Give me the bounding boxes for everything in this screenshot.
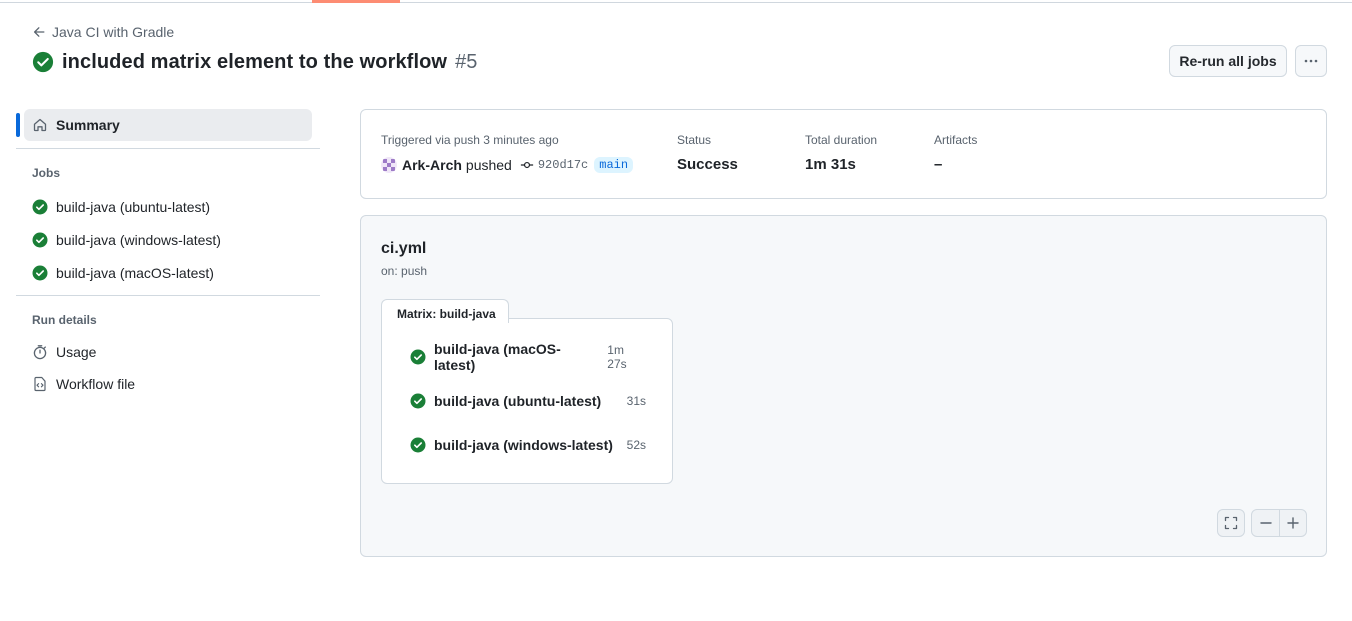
run-title: included matrix element to the workflow xyxy=(62,50,448,73)
identicon-icon xyxy=(383,159,395,171)
check-circle-fill-icon xyxy=(410,349,426,365)
matrix-group: build-java (macOS-latest) 1m 27s build-j… xyxy=(381,318,673,484)
zoom-in-button[interactable] xyxy=(1279,509,1307,537)
fullscreen-button[interactable] xyxy=(1217,509,1245,537)
matrix-label: Matrix: build-java xyxy=(381,299,509,323)
workflow-graph-panel: ci.yml on: push Matrix: build-java build… xyxy=(360,215,1327,557)
git-commit-icon xyxy=(520,161,533,169)
run-summary-card: Triggered via push 3 minutes ago Ark-Arc… xyxy=(360,109,1327,199)
graph-job-macos[interactable]: build-java (macOS-latest) 1m 27s xyxy=(410,341,646,373)
back-link-label: Java CI with Gradle xyxy=(52,24,175,40)
job-name: build-java (windows-latest) xyxy=(434,437,613,453)
trigger-text: Triggered via push 3 minutes ago xyxy=(381,133,559,147)
sidebar-item-usage[interactable]: Usage xyxy=(24,338,312,366)
job-name: build-java (macOS-latest) xyxy=(434,341,561,373)
check-circle-fill-icon xyxy=(32,265,48,281)
sidebar-job-label: build-java (macOS-latest) xyxy=(56,265,214,281)
graph-job-ubuntu[interactable]: build-java (ubuntu-latest) 31s xyxy=(410,389,646,413)
job-name: build-java (ubuntu-latest) xyxy=(434,393,602,409)
sidebar-divider xyxy=(16,295,320,296)
artifacts-value: – xyxy=(934,156,943,173)
stopwatch-icon xyxy=(33,345,47,360)
sidebar-job-windows[interactable]: build-java (windows-latest) xyxy=(24,226,312,254)
job-duration: 1m 27s xyxy=(607,343,627,371)
branch-label[interactable]: main xyxy=(594,157,634,173)
check-circle-fill-icon xyxy=(32,51,54,73)
home-icon xyxy=(33,118,47,132)
back-to-workflow-link[interactable]: Java CI with Gradle xyxy=(32,23,174,41)
sidebar-item-label: Workflow file xyxy=(56,376,136,392)
trigger-details: Ark-Arch pushed 920d17c main xyxy=(381,157,634,173)
sidebar-job-ubuntu[interactable]: build-java (ubuntu-latest) xyxy=(24,193,312,221)
user-link[interactable]: Ark-Arch xyxy=(402,157,462,173)
status-value: Success xyxy=(677,156,738,173)
top-border xyxy=(0,2,1352,3)
commit-sha: 920d17c xyxy=(537,158,589,172)
sidebar-item-label: Summary xyxy=(56,117,120,133)
rerun-all-jobs-button[interactable]: Re-run all jobs xyxy=(1169,45,1287,77)
run-title-row: included matrix element to the workflow … xyxy=(32,50,477,74)
status-label: Status xyxy=(677,133,712,147)
total-duration-value: 1m 31s xyxy=(805,156,856,173)
file-code-icon xyxy=(34,376,46,392)
commit-link[interactable]: 920d17c xyxy=(520,158,588,172)
artifacts-label: Artifacts xyxy=(934,133,978,147)
zoom-out-button[interactable] xyxy=(1251,509,1280,537)
sidebar-job-label: build-java (windows-latest) xyxy=(56,232,221,248)
more-options-button[interactable] xyxy=(1295,45,1327,77)
sidebar-divider xyxy=(16,148,320,149)
job-duration: 31s xyxy=(626,394,646,408)
summary-active-indicator xyxy=(16,113,20,137)
avatar[interactable] xyxy=(381,157,397,173)
active-tab-underline xyxy=(312,0,400,3)
arrow-left-icon xyxy=(33,27,45,37)
sidebar-item-workflow-file[interactable]: Workflow file xyxy=(24,370,312,398)
run-details-heading: Run details xyxy=(32,313,97,327)
push-action-text: pushed xyxy=(465,157,512,173)
screen-full-icon xyxy=(1224,516,1238,530)
workflow-trigger: on: push xyxy=(381,264,428,278)
sidebar-item-summary[interactable]: Summary xyxy=(24,109,312,141)
workflow-file-name: ci.yml xyxy=(381,240,427,257)
graph-job-windows[interactable]: build-java (windows-latest) 52s xyxy=(410,433,646,457)
job-duration: 52s xyxy=(626,438,646,452)
check-circle-fill-icon xyxy=(32,232,48,248)
total-duration-label: Total duration xyxy=(805,133,878,147)
kebab-horizontal-icon xyxy=(1304,59,1318,63)
sidebar-job-macos[interactable]: build-java (macOS-latest) xyxy=(24,259,312,287)
check-circle-fill-icon xyxy=(410,393,426,409)
check-circle-fill-icon xyxy=(410,437,426,453)
minus-icon xyxy=(1259,522,1272,524)
run-number: #5 xyxy=(455,50,478,73)
check-circle-fill-icon xyxy=(32,199,48,215)
jobs-heading: Jobs xyxy=(32,166,61,180)
plus-icon xyxy=(1287,517,1299,529)
sidebar-job-label: build-java (ubuntu-latest) xyxy=(56,199,211,215)
sidebar-item-label: Usage xyxy=(56,344,97,360)
